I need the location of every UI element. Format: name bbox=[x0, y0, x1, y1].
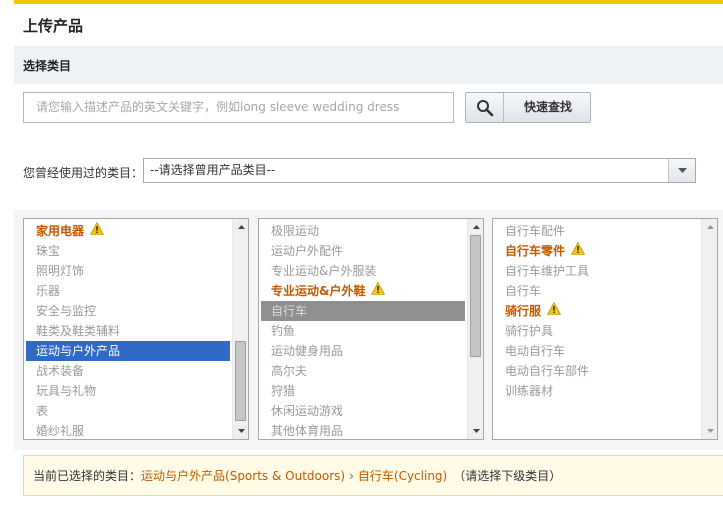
category-item[interactable]: 珠宝 bbox=[26, 241, 230, 261]
category-list-level1[interactable]: 家用电器珠宝照明灯饰乐器安全与监控鞋类及鞋类辅料 运动与户外产品 战术装备玩具与礼物… bbox=[23, 218, 249, 440]
category-item-label: 珠宝 bbox=[36, 244, 61, 258]
category-item[interactable]: 专业运动&户外鞋 bbox=[261, 281, 465, 301]
scroll-up-icon[interactable] bbox=[233, 219, 248, 235]
category-item-label: 骑行护具 bbox=[505, 324, 554, 338]
scrollbar-level1[interactable] bbox=[232, 219, 248, 439]
category-list-level3[interactable]: 自行车配件自行车零件自行车维护工具 自行车骑行服骑行护具电动自行车电动自行车部件训… bbox=[492, 218, 718, 440]
category-item[interactable]: 安全与监控 bbox=[26, 301, 230, 321]
category-item[interactable]: 战术装备 bbox=[26, 361, 230, 381]
current-selection-label: 当前已选择的类目： bbox=[33, 469, 142, 483]
category-item[interactable]: 婚纱礼服 bbox=[26, 421, 230, 439]
chevron-down-icon[interactable] bbox=[668, 159, 695, 182]
category-item[interactable]: 骑行服 bbox=[495, 301, 699, 321]
category-item[interactable]: 自行车 bbox=[495, 281, 699, 301]
scroll-thumb[interactable] bbox=[470, 235, 481, 357]
warning-icon bbox=[89, 221, 105, 241]
category-item-label: 高尔夫 bbox=[271, 364, 308, 378]
category-item-label: 电动自行车 bbox=[505, 344, 566, 358]
scroll-down-icon[interactable] bbox=[468, 423, 483, 439]
category-item[interactable]: 其他体育用品 bbox=[261, 421, 465, 439]
scrollbar-level2[interactable] bbox=[467, 219, 483, 439]
category-item[interactable]: 训练器材 bbox=[495, 381, 699, 401]
category-item[interactable]: 运动与户外产品 bbox=[26, 341, 230, 361]
category-item[interactable]: 电动自行车部件 bbox=[495, 361, 699, 381]
category-item-label: 骑行服 bbox=[505, 304, 542, 318]
category-item[interactable]: 骑行护具 bbox=[495, 321, 699, 341]
category-item-label: 运动户外配件 bbox=[271, 244, 344, 258]
category-item-label: 训练器材 bbox=[505, 384, 554, 398]
warning-icon bbox=[546, 301, 562, 321]
current-selection-box: 当前已选择的类目：运动与户外产品(Sports & Outdoors) › 自行车(… bbox=[23, 455, 723, 496]
category-item-label: 钓鱼 bbox=[271, 324, 296, 338]
category-item-label: 其他体育用品 bbox=[271, 424, 344, 438]
category-item[interactable]: 自行车配件 bbox=[495, 221, 699, 241]
scroll-up-icon[interactable] bbox=[468, 219, 483, 235]
category-item-label: 极限运动 bbox=[271, 224, 320, 238]
quick-search-label: 快速查找 bbox=[523, 100, 572, 114]
category-item[interactable]: 极限运动 bbox=[261, 221, 465, 241]
warning-icon bbox=[371, 281, 386, 301]
category-item-label: 运动健身用品 bbox=[271, 344, 344, 358]
used-categories-value: --请选择曾用产品类目-- bbox=[150, 163, 276, 177]
category-item[interactable]: 高尔夫 bbox=[261, 361, 465, 381]
category-item[interactable]: 玩具与礼物 bbox=[26, 381, 230, 401]
used-categories-label: 您曾经使用过的类目： bbox=[23, 166, 144, 180]
category-item-label: 安全与监控 bbox=[36, 304, 97, 318]
breadcrumb-level1-link[interactable]: 运动与户外产品(Sports & Outdoors) bbox=[141, 469, 345, 483]
scroll-down-icon[interactable] bbox=[233, 423, 248, 439]
category-item-label: 自行车 bbox=[271, 304, 308, 318]
category-item[interactable]: 乐器 bbox=[26, 281, 230, 301]
category-item-label: 玩具与礼物 bbox=[36, 384, 97, 398]
category-item-label: 战术装备 bbox=[36, 364, 85, 378]
quick-search-button[interactable]: 快速查找 bbox=[465, 92, 591, 123]
category-item-label: 自行车配件 bbox=[505, 224, 566, 238]
category-list-level2[interactable]: 极限运动运动户外配件专业运动&户外服装 专业运动&户外鞋 自行车钓鱼运动健身用品 高尔… bbox=[258, 218, 484, 440]
scroll-thumb[interactable] bbox=[235, 341, 246, 421]
category-item[interactable]: 运动户外配件 bbox=[261, 241, 465, 261]
category-item-label: 乐器 bbox=[36, 284, 61, 298]
category-item[interactable]: 电动自行车 bbox=[495, 341, 699, 361]
category-item-label: 自行车 bbox=[505, 284, 542, 298]
category-item[interactable]: 休闲运动游戏 bbox=[261, 401, 465, 421]
category-item[interactable]: 自行车维护工具 bbox=[495, 261, 699, 281]
scrollbar-level3[interactable] bbox=[701, 219, 717, 439]
category-item[interactable]: 表 bbox=[26, 401, 230, 421]
warning-icon bbox=[570, 241, 586, 261]
category-item[interactable]: 专业运动&户外服装 bbox=[261, 261, 465, 281]
scroll-up-icon[interactable] bbox=[702, 219, 717, 235]
keyword-search-input[interactable]: 请您输入描述产品的英文关键字，例如long sleeve wedding dre… bbox=[23, 92, 454, 123]
category-item-label: 鞋类及鞋类辅料 bbox=[36, 324, 121, 338]
scroll-down-icon[interactable] bbox=[702, 423, 717, 439]
category-item-label: 专业运动&户外服装 bbox=[271, 264, 377, 278]
category-item-label: 自行车维护工具 bbox=[505, 264, 590, 278]
breadcrumb-level2-link[interactable]: 自行车(Cycling) bbox=[358, 469, 447, 483]
category-item-label: 自行车零件 bbox=[505, 244, 566, 258]
category-item[interactable]: 自行车零件 bbox=[495, 241, 699, 261]
category-item-label: 休闲运动游戏 bbox=[271, 404, 344, 418]
category-item-label: 表 bbox=[36, 404, 49, 418]
section-header bbox=[14, 46, 723, 84]
top-accent-bar bbox=[14, 0, 723, 4]
category-item-label: 照明灯饰 bbox=[36, 264, 85, 278]
category-item[interactable]: 鞋类及鞋类辅料 bbox=[26, 321, 230, 341]
search-icon bbox=[466, 93, 504, 122]
category-item[interactable]: 家用电器 bbox=[26, 221, 230, 241]
category-item-label: 狩猎 bbox=[271, 384, 296, 398]
category-item-label: 家用电器 bbox=[36, 224, 85, 238]
section-title: 选择类目 bbox=[23, 59, 72, 73]
used-categories-select[interactable]: --请选择曾用产品类目-- bbox=[143, 158, 696, 183]
category-item-label: 婚纱礼服 bbox=[36, 424, 85, 438]
category-item-label: 运动与户外产品 bbox=[36, 344, 121, 358]
category-item[interactable]: 钓鱼 bbox=[261, 321, 465, 341]
category-item[interactable]: 运动健身用品 bbox=[261, 341, 465, 361]
category-item[interactable]: 照明灯饰 bbox=[26, 261, 230, 281]
category-item[interactable]: 自行车 bbox=[261, 301, 465, 321]
category-item[interactable]: 狩猎 bbox=[261, 381, 465, 401]
current-selection-hint: （请选择下级类目） bbox=[453, 469, 562, 483]
category-item-label: 电动自行车部件 bbox=[505, 364, 590, 378]
page-title: 上传产品 bbox=[23, 17, 84, 35]
category-item-label: 专业运动&户外鞋 bbox=[271, 284, 366, 298]
breadcrumb-separator: › bbox=[349, 469, 354, 483]
